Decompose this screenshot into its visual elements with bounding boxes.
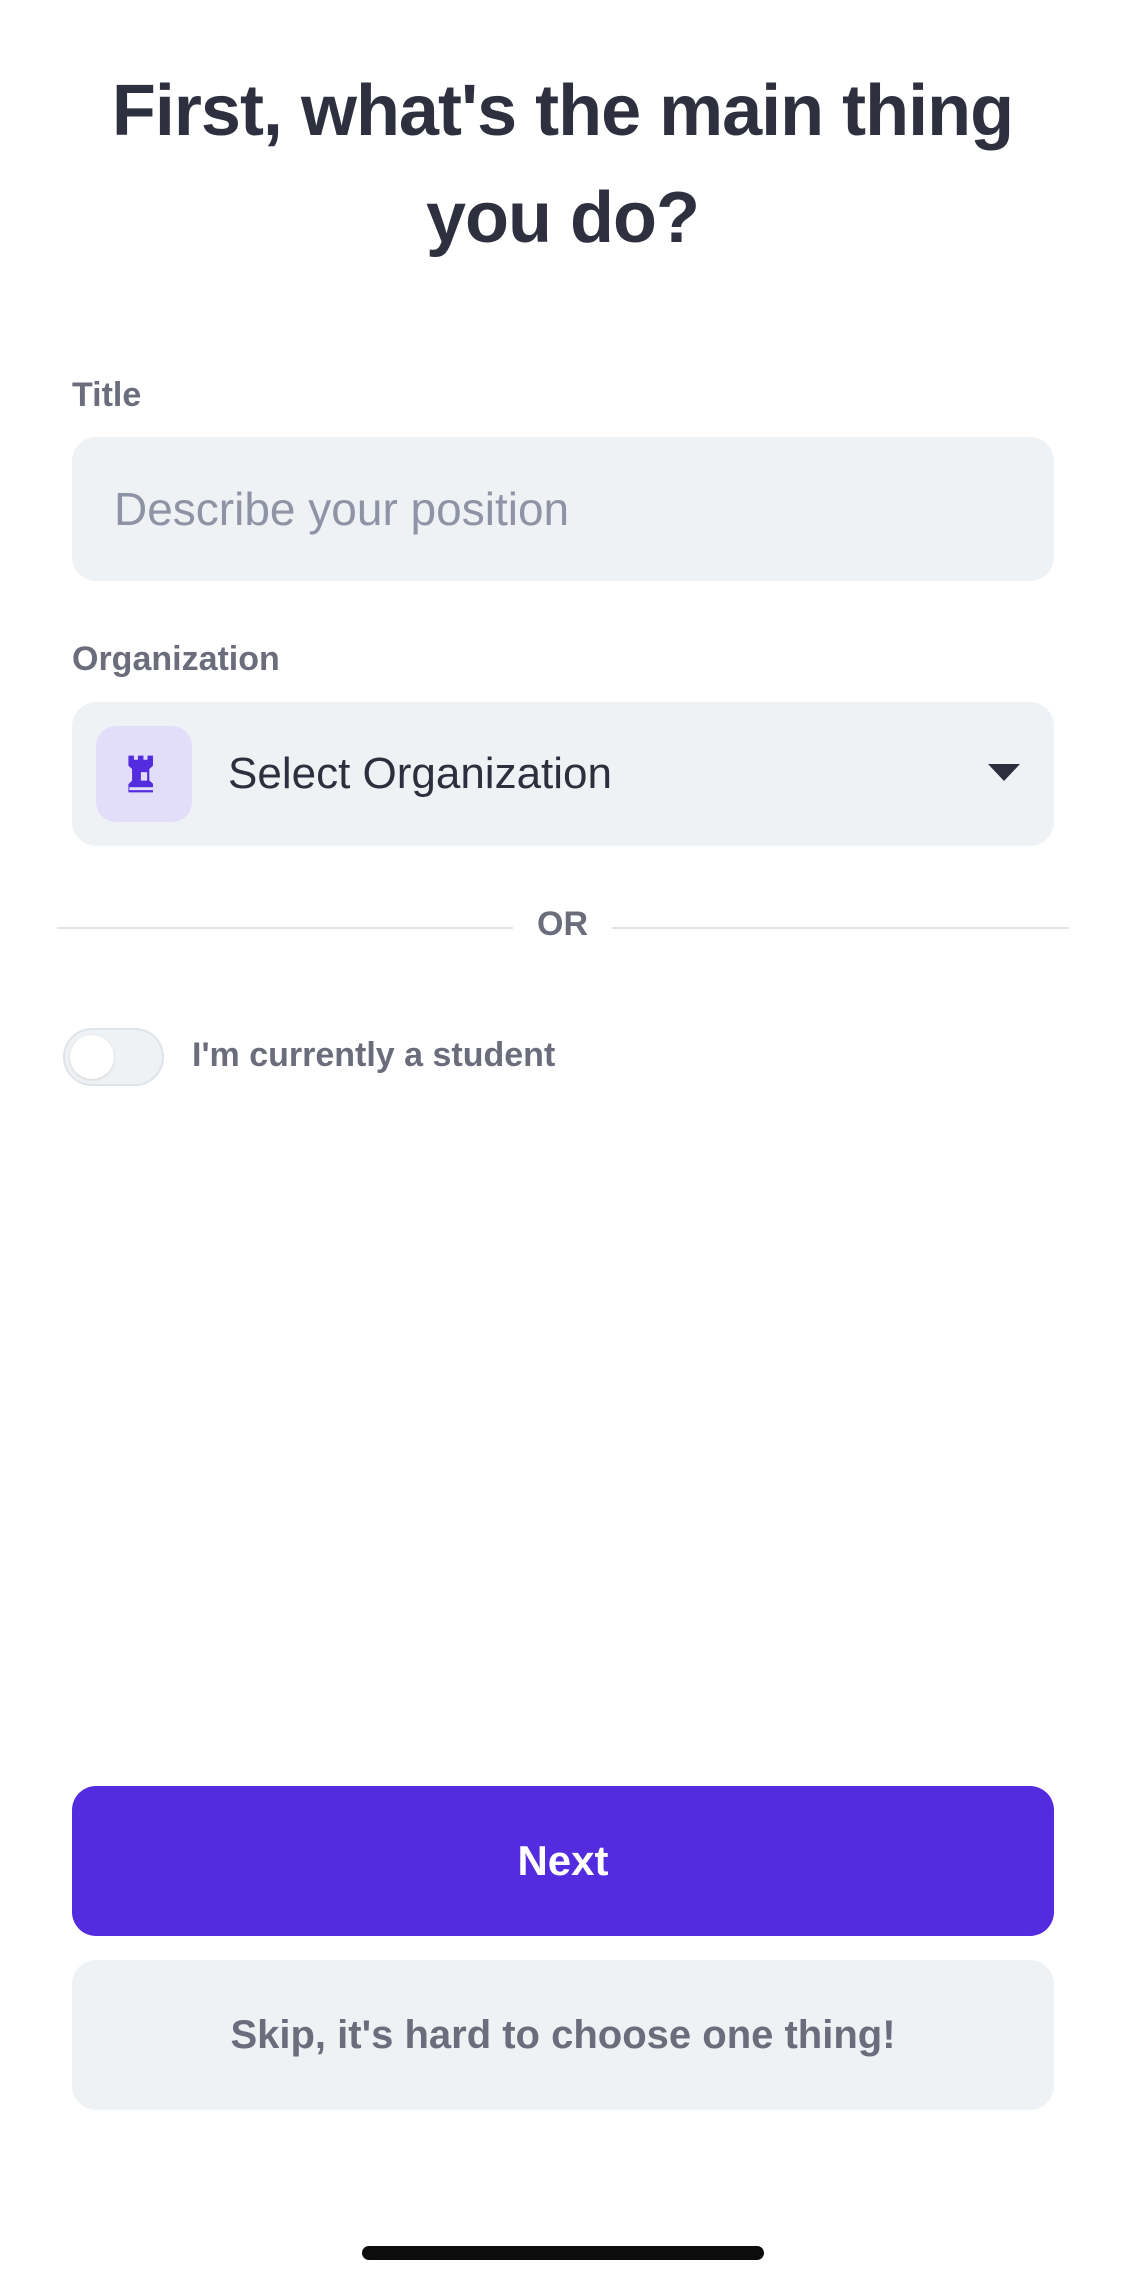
skip-button[interactable]: Skip, it's hard to choose one thing! — [72, 1960, 1054, 2110]
title-label: Title — [72, 376, 142, 414]
home-indicator — [362, 2246, 764, 2260]
organization-select-text: Select Organization — [228, 749, 612, 798]
page-title: First, what's the main thing you do? — [111, 71, 1014, 258]
divider-line-right — [612, 927, 1069, 929]
next-button[interactable]: Next — [72, 1786, 1054, 1936]
organization-label: Organization — [72, 640, 280, 678]
toggle-knob — [70, 1035, 114, 1079]
student-toggle-label[interactable]: I'm currently a student — [192, 1036, 555, 1075]
chevron-down-icon — [988, 764, 1020, 781]
or-divider-text: OR — [537, 905, 588, 943]
student-toggle[interactable] — [63, 1028, 164, 1086]
organization-select[interactable]: Select Organization — [72, 702, 1054, 846]
castle-icon — [96, 726, 192, 822]
title-input[interactable] — [72, 437, 1054, 581]
divider-line-left — [57, 927, 513, 929]
